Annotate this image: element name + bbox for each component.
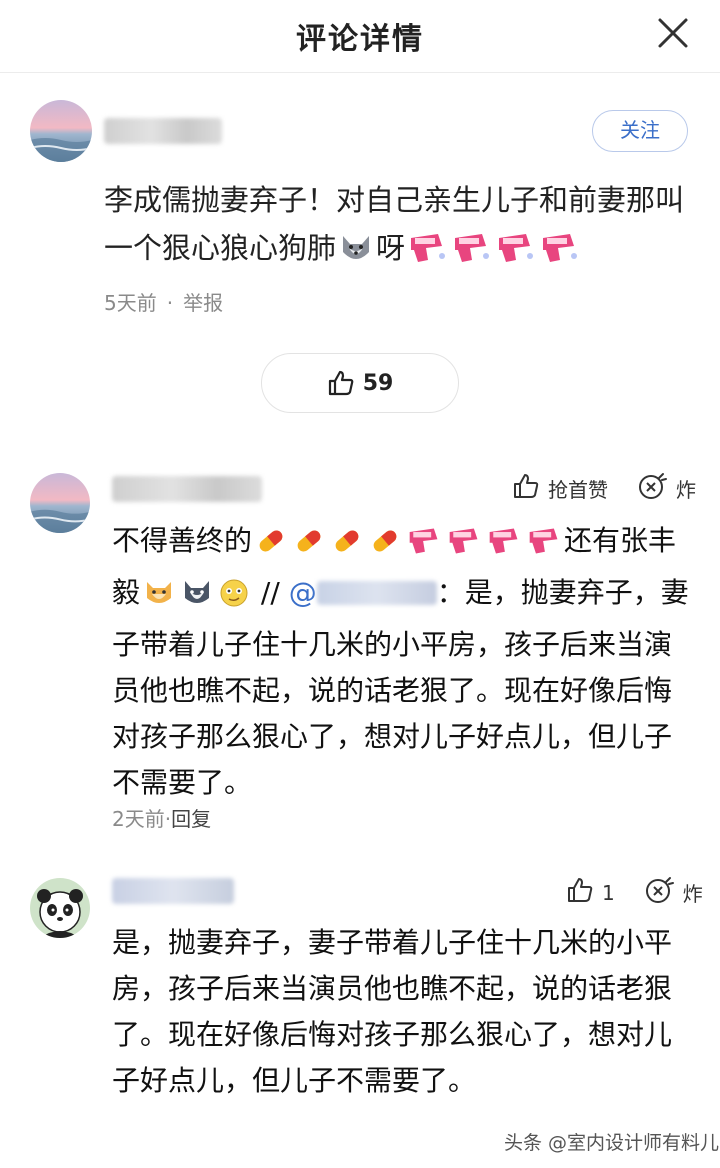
thumbs-up-icon: [327, 369, 355, 397]
reply-actions: 1 炸: [566, 876, 703, 909]
doge-emoji-icon: [143, 576, 175, 622]
bomb-label[interactable]: 炸: [683, 878, 703, 907]
smirk-emoji-icon: [219, 576, 249, 622]
reply-text: 不得善终的 还有张丰毅 // @ ：是，抛妻弃子，妻子带着儿子住十几米的小平房，孩子…: [112, 524, 689, 799]
happy-sticker-icon: [408, 230, 446, 278]
comment-meta: 5天前 · 举报: [104, 287, 223, 316]
grab-first-like[interactable]: 抢首赞: [548, 474, 608, 503]
pill-emoji-icon: [369, 524, 401, 570]
reply-time: 2天前: [112, 807, 165, 831]
comment-time: 5天前: [104, 291, 157, 315]
bomb-label[interactable]: 炸: [676, 474, 696, 503]
wolf-emoji-icon: [339, 230, 373, 278]
like-count: 1: [602, 880, 615, 905]
pill-emoji-icon: [331, 524, 363, 570]
reply-meta: 2天前·回复: [112, 803, 211, 832]
meta-separator: ·: [166, 291, 174, 315]
happy-sticker-icon: [452, 230, 490, 278]
reply-text: 是，抛妻弃子，妻子带着儿子住十几米的小平房，孩子后来当演员他也瞧不起，说的话老狠…: [112, 926, 673, 1097]
reply-actions: 抢首赞 炸: [512, 472, 696, 505]
page-title: 评论详情: [296, 22, 424, 57]
happy-sticker-icon: [496, 230, 534, 278]
avatar[interactable]: [30, 878, 90, 938]
bomb-icon[interactable]: [638, 472, 668, 505]
pill-emoji-icon: [255, 524, 287, 570]
happy-sticker-icon: [447, 524, 481, 570]
username-redacted: [104, 118, 222, 144]
username-redacted: [112, 476, 262, 502]
happy-sticker-icon: [540, 230, 578, 278]
watermark: 头条 @室内设计师有料儿: [504, 1132, 720, 1154]
avatar[interactable]: [30, 473, 90, 533]
like-button[interactable]: 59: [261, 353, 459, 413]
mention-link[interactable]: @: [289, 576, 437, 609]
thumbs-up-icon[interactable]: [512, 472, 540, 505]
username-redacted: [112, 878, 234, 904]
follow-button[interactable]: 关注: [592, 110, 688, 152]
happy-sticker-icon: [527, 524, 561, 570]
pill-emoji-icon: [293, 524, 325, 570]
bomb-icon[interactable]: [645, 876, 675, 909]
avatar[interactable]: [30, 100, 92, 162]
header: 评论详情: [0, 0, 720, 73]
happy-sticker-icon: [487, 524, 521, 570]
husky-emoji-icon: [181, 576, 213, 622]
reply-link[interactable]: 回复: [171, 807, 211, 831]
happy-sticker-icon: [407, 524, 441, 570]
close-button[interactable]: [656, 16, 690, 50]
thumbs-up-icon[interactable]: [566, 876, 594, 909]
report-link[interactable]: 举报: [183, 291, 223, 315]
close-icon: [658, 18, 688, 48]
comment-text: 李成儒抛妻弃子！对自己亲生儿子和前妻那叫一个狠心狼心狗肺呀: [104, 176, 694, 278]
like-count: 59: [362, 370, 394, 396]
